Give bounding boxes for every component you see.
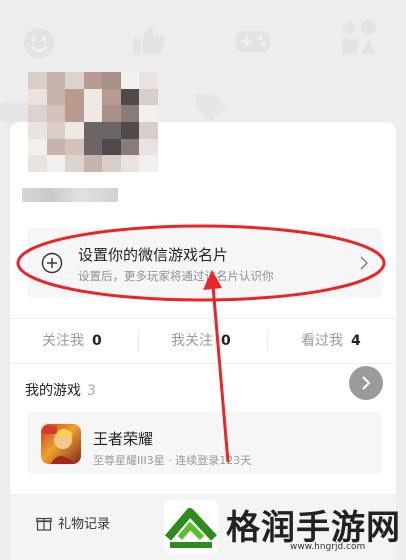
follow-stats: 关注我 0 我关注 0 看过我 4 — [10, 318, 396, 364]
game-name: 王者荣耀 — [93, 430, 154, 448]
avatar-pixel — [65, 88, 84, 106]
stat-followers[interactable]: 关注我 0 — [42, 319, 102, 363]
my-games-more-button[interactable] — [349, 366, 383, 400]
avatar-pixel — [139, 138, 158, 156]
my-games-heading: 我的游戏 3 — [25, 380, 96, 400]
avatar-pixel — [28, 88, 47, 106]
avatar-pixel — [139, 121, 158, 139]
chevron-right-icon — [360, 256, 368, 270]
avatar-pixel — [139, 88, 158, 106]
avatar-pixel — [46, 72, 66, 89]
stat-value: 0 — [92, 333, 102, 349]
avatar-pixel — [83, 121, 103, 139]
avatar-pixel — [65, 72, 84, 89]
stat-label: 关注我 — [42, 333, 84, 349]
plus-circle-icon — [41, 252, 63, 274]
gift-records-button[interactable]: 礼物记录 — [58, 513, 110, 532]
avatar-pixel — [28, 105, 47, 122]
stat-visitors[interactable]: 看过我 4 — [301, 319, 361, 363]
namecard-title: 设置你的微信游戏名片 — [78, 246, 229, 264]
avatar-pixel — [120, 105, 140, 122]
smiley-icon — [23, 27, 55, 59]
chevron-right-icon — [362, 376, 371, 390]
watermark-url: www.hngrjd.com — [290, 542, 366, 552]
namecard-subtitle: 设置后，更多玩家将通过该名片认识你 — [78, 269, 274, 283]
avatar-pixel — [46, 121, 66, 139]
avatar-pixel — [83, 105, 103, 122]
watermark-logo-icon — [164, 500, 218, 554]
stat-value: 4 — [351, 333, 361, 349]
avatar-pixel — [28, 155, 47, 172]
nickname-blurred — [22, 188, 118, 202]
divider — [267, 331, 268, 351]
set-game-namecard-button[interactable]: 设置你的微信游戏名片 设置后，更多玩家将通过该名片认识你 — [27, 228, 382, 298]
avatar-pixel — [120, 138, 140, 156]
avatar-pixel — [139, 155, 158, 172]
avatar-pixel — [65, 138, 84, 156]
avatar-pixel — [102, 121, 121, 139]
avatar-pixel — [83, 138, 103, 156]
gamepad-icon — [235, 31, 271, 53]
avatar-pixel — [46, 88, 66, 106]
thumbs-up-icon — [132, 25, 166, 56]
avatar-pixel — [28, 121, 47, 139]
avatar — [28, 72, 158, 172]
avatar-pixel — [139, 105, 158, 122]
game-detail: 至尊星耀III3星 · 连续登录123天 — [93, 454, 252, 467]
gift-icon — [36, 517, 52, 531]
stat-label: 看过我 — [301, 333, 343, 349]
avatar-pixel — [102, 105, 121, 122]
my-games-count: 3 — [87, 383, 96, 399]
avatar-pixel — [28, 138, 47, 156]
stat-label: 我关注 — [171, 333, 213, 349]
avatar-pixel — [139, 72, 158, 89]
my-games-title: 我的游戏 — [25, 383, 81, 399]
avatar-pixel — [46, 155, 66, 172]
divider — [138, 331, 139, 351]
avatar-pixel — [102, 155, 121, 172]
avatar-pixel — [83, 72, 103, 89]
avatar-pixel — [28, 72, 47, 89]
stat-value: 0 — [221, 333, 231, 349]
avatar-pixel — [65, 121, 84, 139]
game-item[interactable]: 王者荣耀 至尊星耀III3星 · 连续登录123天 — [27, 412, 382, 474]
avatar-pixel — [120, 88, 140, 106]
game-hero-icon — [43, 426, 75, 464]
avatar-pixel — [65, 105, 84, 122]
shapes-icon — [341, 19, 377, 55]
avatar-pixel — [102, 72, 121, 89]
avatar-pixel — [83, 88, 103, 106]
avatar-pixel — [120, 72, 140, 89]
avatar-pixel — [65, 155, 84, 172]
avatar-pixel — [120, 121, 140, 139]
avatar-pixel — [120, 155, 140, 172]
avatar-pixel — [46, 138, 66, 156]
stat-following[interactable]: 我关注 0 — [171, 319, 231, 363]
watermark: 格润手游网 www.hngrjd.com — [160, 498, 406, 559]
avatar-pixel — [102, 88, 121, 106]
avatar-pixel — [83, 155, 103, 172]
avatar-pixel — [102, 138, 121, 156]
honor-of-kings-app-icon — [41, 424, 81, 464]
avatar-pixel — [46, 105, 66, 122]
